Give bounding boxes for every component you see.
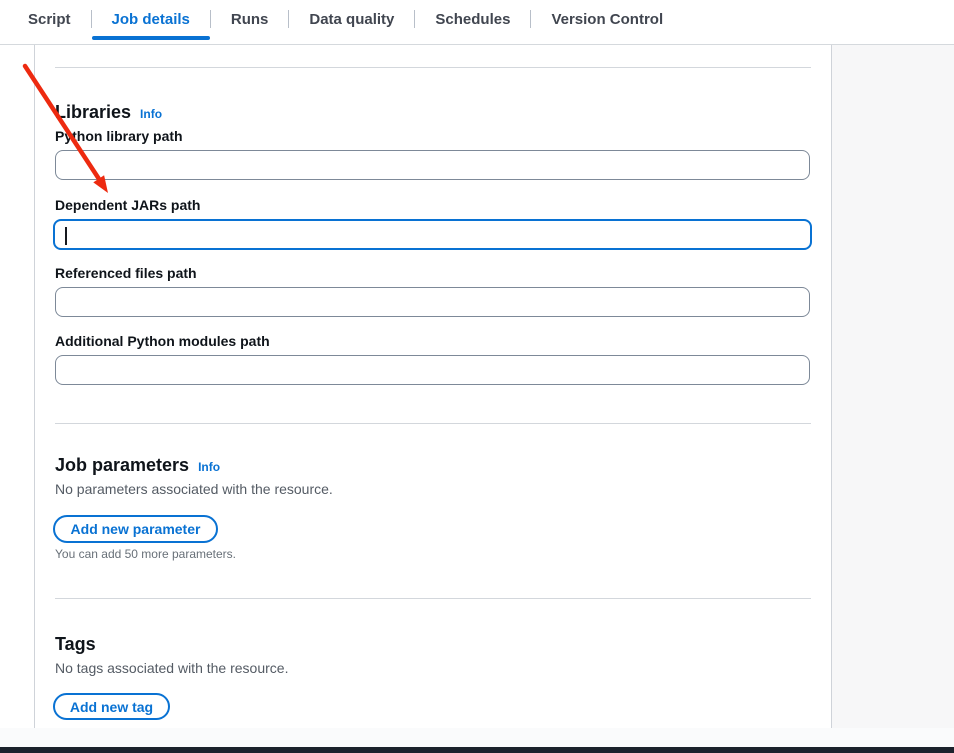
right-gutter bbox=[832, 45, 954, 728]
additional-python-modules-path-label: Additional Python modules path bbox=[55, 333, 270, 349]
add-new-parameter-button[interactable]: Add new parameter bbox=[53, 515, 218, 543]
python-library-path-label: Python library path bbox=[55, 128, 183, 144]
job-parameters-section-title: Job parameters Info bbox=[55, 455, 220, 476]
parameters-limit-text: You can add 50 more parameters. bbox=[55, 547, 236, 561]
text-cursor bbox=[65, 227, 67, 245]
section-divider bbox=[55, 598, 811, 599]
tab-data-quality[interactable]: Data quality bbox=[289, 0, 414, 38]
section-divider bbox=[55, 423, 811, 424]
window-bottom-edge bbox=[0, 747, 954, 753]
libraries-heading: Libraries bbox=[55, 102, 131, 123]
dependent-jars-path-input[interactable] bbox=[53, 219, 812, 250]
job-parameters-info-link[interactable]: Info bbox=[198, 460, 220, 474]
python-library-path-input[interactable] bbox=[55, 150, 810, 180]
panel-border-right bbox=[831, 45, 832, 728]
tab-job-details[interactable]: Job details bbox=[92, 0, 210, 38]
dependent-jars-path-label: Dependent JARs path bbox=[55, 197, 200, 213]
referenced-files-path-label: Referenced files path bbox=[55, 265, 197, 281]
libraries-section-title: Libraries Info bbox=[55, 102, 162, 123]
libraries-info-link[interactable]: Info bbox=[140, 107, 162, 121]
tabbar-divider bbox=[0, 44, 954, 45]
tab-runs[interactable]: Runs bbox=[211, 0, 289, 38]
tags-heading: Tags bbox=[55, 634, 96, 655]
add-new-tag-button[interactable]: Add new tag bbox=[53, 693, 170, 720]
referenced-files-path-input[interactable] bbox=[55, 287, 810, 317]
job-details-panel: Libraries Info Python library path Depen… bbox=[55, 45, 811, 728]
footer-band bbox=[0, 728, 954, 747]
job-parameters-heading: Job parameters bbox=[55, 455, 189, 476]
section-divider bbox=[55, 67, 811, 68]
tags-empty-text: No tags associated with the resource. bbox=[55, 660, 288, 676]
job-parameters-empty-text: No parameters associated with the resour… bbox=[55, 481, 333, 497]
panel-border-left bbox=[34, 45, 35, 728]
tab-schedules[interactable]: Schedules bbox=[415, 0, 530, 38]
tab-bar: Script Job details Runs Data quality Sch… bbox=[0, 0, 954, 44]
tab-script[interactable]: Script bbox=[8, 0, 91, 38]
additional-python-modules-path-input[interactable] bbox=[55, 355, 810, 385]
tab-version-control[interactable]: Version Control bbox=[531, 0, 683, 38]
tags-section-title: Tags bbox=[55, 634, 96, 655]
